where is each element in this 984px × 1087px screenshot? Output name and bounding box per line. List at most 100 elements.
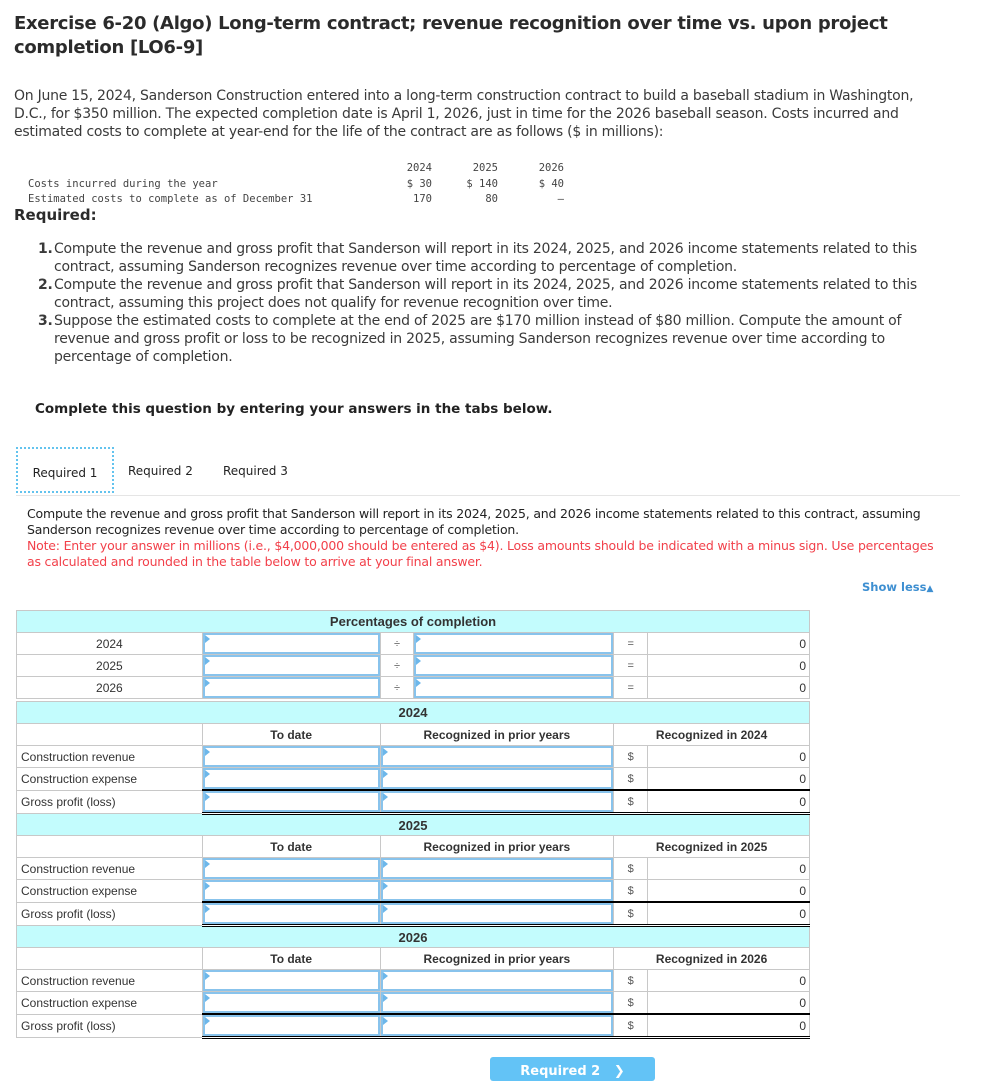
year-header: 2026 (538, 162, 564, 174)
prior-years-input[interactable] (380, 1015, 614, 1036)
percent-row: 2025 ÷ = 0 (16, 654, 810, 677)
table-row: Construction expense $0 (16, 991, 810, 1015)
required-heading: Required: (14, 206, 97, 224)
to-date-cell (201, 991, 381, 1015)
cell: $ 40 (538, 177, 564, 190)
prior-years-input[interactable] (380, 791, 614, 812)
year-header: 2024 (406, 162, 432, 174)
row-label: Construction revenue (16, 857, 203, 880)
tab-required-1[interactable]: Required 1 (16, 447, 114, 493)
prior-years-input[interactable] (380, 880, 614, 901)
current-year-value: 0 (647, 789, 810, 815)
prior-years-cell (379, 767, 615, 791)
equals-icon: = (613, 632, 649, 655)
table-row: Construction revenue $0 (16, 745, 810, 768)
col-prior-years: Recognized in prior years (379, 723, 615, 746)
prior-years-input[interactable] (380, 903, 614, 924)
item-text: Suppose the estimated costs to complete … (54, 313, 902, 365)
intro-paragraph: On June 15, 2024, Sanderson Construction… (14, 88, 914, 140)
prior-years-input[interactable] (380, 858, 614, 879)
blank-header (16, 723, 203, 746)
costs-row-incurred: Costs incurred during the year $ 30 $ 14… (28, 178, 588, 194)
required-item: 2. Compute the revenue and gross profit t… (38, 276, 948, 312)
next-button-label: Required 2 (520, 1064, 601, 1079)
costs-table: 2024 2025 2026 Costs incurred during the… (28, 162, 588, 209)
cell: $ 30 (406, 177, 432, 190)
col-to-date: To date (201, 835, 381, 858)
percent-result: 0 (647, 632, 810, 655)
prior-years-input[interactable] (380, 746, 614, 767)
show-less-link[interactable]: Show less▲ (862, 580, 933, 594)
to-date-input[interactable] (202, 903, 380, 924)
year-section-heading: 2024 (16, 701, 810, 724)
tab-bar: Required 1 Required 2 Required 3 (16, 447, 960, 496)
to-date-cell (201, 745, 381, 768)
to-date-input[interactable] (202, 992, 380, 1013)
cell: $ 140 (466, 177, 498, 190)
numerator-input[interactable] (202, 633, 380, 654)
to-date-input[interactable] (202, 791, 380, 812)
tab-required-3[interactable]: Required 3 (223, 447, 288, 493)
table-row: Construction expense $0 (16, 767, 810, 791)
cell: 170 (413, 193, 432, 205)
numerator-input[interactable] (202, 677, 380, 698)
denominator-input[interactable] (414, 677, 614, 698)
row-label: Construction revenue (16, 745, 203, 768)
triangle-up-icon: ▲ (926, 584, 934, 594)
denominator-input[interactable] (414, 633, 614, 654)
to-date-input[interactable] (202, 880, 380, 901)
prior-years-cell (379, 857, 615, 880)
tab-required-2[interactable]: Required 2 (128, 447, 193, 493)
dollar-sign: $ (613, 767, 649, 791)
numerator-cell (201, 632, 381, 655)
col-prior-years: Recognized in prior years (379, 947, 615, 970)
item-text: Compute the revenue and gross profit tha… (54, 277, 917, 311)
instructions-text: Compute the revenue and gross profit tha… (27, 506, 921, 537)
cell: 80 (485, 193, 498, 205)
row-label: Gross profit (loss) (16, 901, 203, 926)
percent-result: 0 (647, 654, 810, 677)
column-header-row: To date Recognized in prior years Recogniz… (16, 835, 810, 858)
instructions: Compute the revenue and gross profit tha… (27, 506, 947, 570)
note-text: Note: Enter your answer in millions (i.e… (27, 538, 934, 569)
denominator-input[interactable] (414, 655, 614, 676)
year-label: 2024 (16, 632, 203, 655)
year-section-heading: 2025 (16, 813, 810, 836)
to-date-input[interactable] (202, 858, 380, 879)
complete-prompt: Complete this question by entering your … (35, 401, 553, 417)
column-header-row: To date Recognized in prior years Recogniz… (16, 723, 810, 746)
numerator-cell (201, 676, 381, 699)
year-header: 2025 (472, 162, 498, 174)
year-section-heading: 2026 (16, 925, 810, 948)
numerator-input[interactable] (202, 655, 380, 676)
row-label: Construction expense (16, 767, 203, 791)
prior-years-input[interactable] (380, 970, 614, 991)
to-date-cell (201, 969, 381, 992)
blank-header (16, 947, 203, 970)
costs-row-estimated: Estimated costs to complete as of Decemb… (28, 193, 588, 209)
exercise-title: Exercise 6-20 (Algo) Long-term contract;… (14, 13, 888, 58)
to-date-input[interactable] (202, 768, 380, 789)
dollar-sign: $ (613, 901, 649, 927)
prior-years-input[interactable] (380, 992, 614, 1013)
to-date-input[interactable] (202, 1015, 380, 1036)
prior-years-cell (379, 969, 615, 992)
dollar-sign: $ (613, 1013, 649, 1039)
percent-heading: Percentages of completion (16, 610, 810, 633)
row-label: Gross profit (loss) (16, 1013, 203, 1038)
to-date-input[interactable] (202, 746, 380, 767)
table-row: Gross profit (loss) $0 (16, 901, 810, 927)
prior-years-input[interactable] (380, 768, 614, 789)
equals-icon: = (613, 676, 649, 699)
column-header-row: To date Recognized in prior years Recogniz… (16, 947, 810, 970)
percent-row: 2026 ÷ = 0 (16, 676, 810, 699)
next-required-2-button[interactable]: Required 2 ❯ (490, 1057, 655, 1081)
required-item: 3. Suppose the estimated costs to complet… (38, 312, 948, 366)
dollar-sign: $ (613, 969, 649, 992)
table-row: Construction revenue $0 (16, 857, 810, 880)
current-year-value: 0 (647, 1013, 810, 1039)
to-date-cell (201, 767, 381, 791)
to-date-input[interactable] (202, 970, 380, 991)
row-label: Estimated costs to complete as of Decemb… (28, 193, 313, 205)
percent-result: 0 (647, 676, 810, 699)
